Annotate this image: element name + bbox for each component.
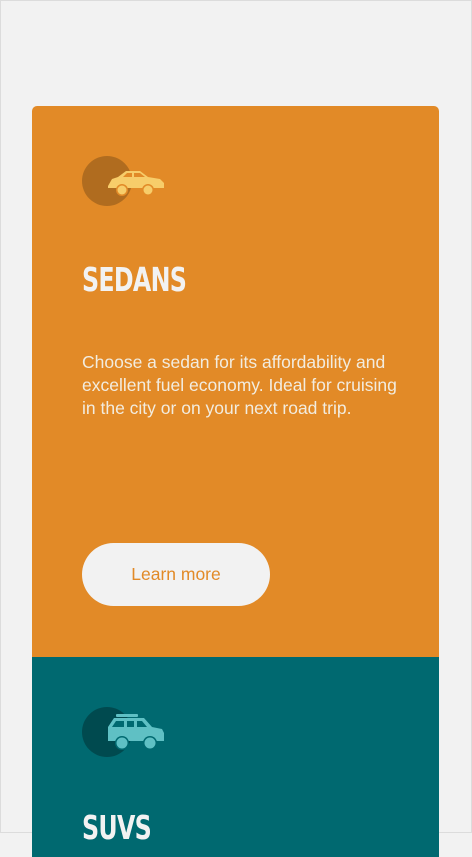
suvs-title: SUVS [82, 808, 152, 847]
sedans-title: SEDANS [82, 260, 187, 299]
suv-icon [82, 705, 172, 759]
sedans-card: SEDANS Choose a sedan for its affordabil… [32, 106, 439, 657]
sedans-description: Choose a sedan for its affordability and… [82, 352, 397, 418]
sedan-icon [82, 155, 172, 209]
learn-more-button[interactable]: Learn more [82, 543, 270, 606]
suvs-card: SUVS [32, 657, 439, 857]
